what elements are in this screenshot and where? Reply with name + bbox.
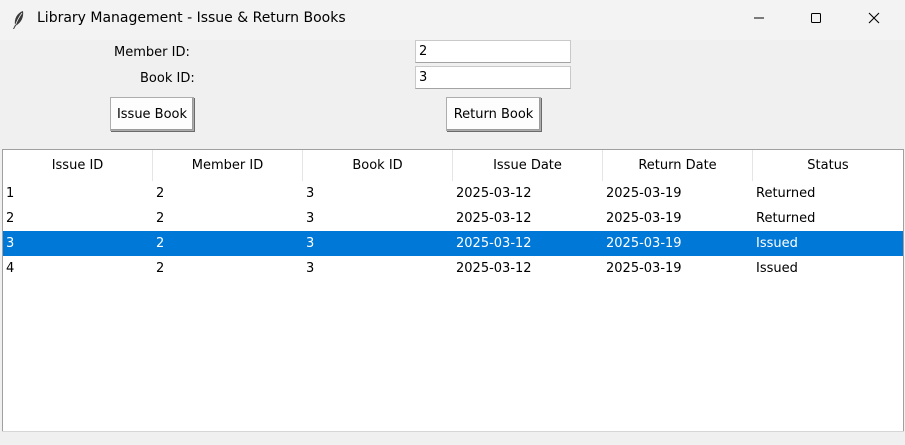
close-icon — [868, 12, 880, 28]
table-row[interactable]: 2 2 3 2025-03-12 2025-03-19 Returned — [3, 206, 903, 231]
column-header-issue-date[interactable]: Issue Date — [453, 150, 603, 181]
column-header-member-id[interactable]: Member ID — [153, 150, 303, 181]
member-id-label: Member ID: — [114, 45, 190, 60]
cell-return-date: 2025-03-19 — [606, 186, 682, 201]
cell-member-id: 2 — [156, 211, 165, 226]
cell-status: Issued — [756, 261, 798, 276]
column-header-book-id[interactable]: Book ID — [303, 150, 453, 181]
cell-member-id: 2 — [156, 186, 165, 201]
cell-issue-date: 2025-03-12 — [456, 211, 532, 226]
maximize-button[interactable] — [787, 0, 845, 40]
cell-issue-date: 2025-03-12 — [456, 261, 532, 276]
cell-book-id: 3 — [306, 261, 315, 276]
book-id-input[interactable] — [415, 66, 571, 89]
minimize-button[interactable] — [730, 0, 788, 40]
cell-book-id: 3 — [306, 236, 315, 251]
cell-member-id: 2 — [156, 236, 165, 251]
minimize-icon — [753, 12, 765, 28]
member-id-input[interactable] — [415, 40, 571, 63]
maximize-icon — [810, 12, 822, 28]
cell-issue-id: 1 — [6, 186, 15, 201]
cell-member-id: 2 — [156, 261, 165, 276]
table-row-selected[interactable]: 3 2 3 2025-03-12 2025-03-19 Issued — [3, 231, 903, 256]
cell-issue-id: 3 — [6, 236, 15, 251]
cell-issue-id: 4 — [6, 261, 15, 276]
cell-book-id: 3 — [306, 186, 315, 201]
column-header-return-date[interactable]: Return Date — [603, 150, 753, 181]
cell-issue-date: 2025-03-12 — [456, 236, 532, 251]
cell-issue-date: 2025-03-12 — [456, 186, 532, 201]
cell-return-date: 2025-03-19 — [606, 236, 682, 251]
cell-return-date: 2025-03-19 — [606, 211, 682, 226]
feather-icon — [10, 10, 26, 30]
cell-status: Returned — [756, 211, 816, 226]
cell-status: Issued — [756, 236, 798, 251]
column-header-status[interactable]: Status — [753, 150, 903, 181]
cell-book-id: 3 — [306, 211, 315, 226]
cell-status: Returned — [756, 186, 816, 201]
horizontal-scrollbar[interactable] — [2, 431, 904, 445]
table-row[interactable]: 1 2 3 2025-03-12 2025-03-19 Returned — [3, 181, 903, 206]
issue-book-button[interactable]: Issue Book — [110, 97, 194, 131]
cell-issue-id: 2 — [6, 211, 15, 226]
column-header-issue-id[interactable]: Issue ID — [3, 150, 153, 181]
return-book-button[interactable]: Return Book — [446, 97, 541, 131]
title-bar: Library Management - Issue & Return Book… — [0, 0, 905, 40]
table-header: Issue ID Member ID Book ID Issue Date Re… — [3, 150, 903, 181]
table-row[interactable]: 4 2 3 2025-03-12 2025-03-19 Issued — [3, 256, 903, 281]
close-button[interactable] — [845, 0, 903, 40]
window-title: Library Management - Issue & Return Book… — [37, 10, 346, 26]
cell-return-date: 2025-03-19 — [606, 261, 682, 276]
issues-table[interactable]: Issue ID Member ID Book ID Issue Date Re… — [2, 149, 904, 432]
book-id-label: Book ID: — [140, 71, 195, 86]
